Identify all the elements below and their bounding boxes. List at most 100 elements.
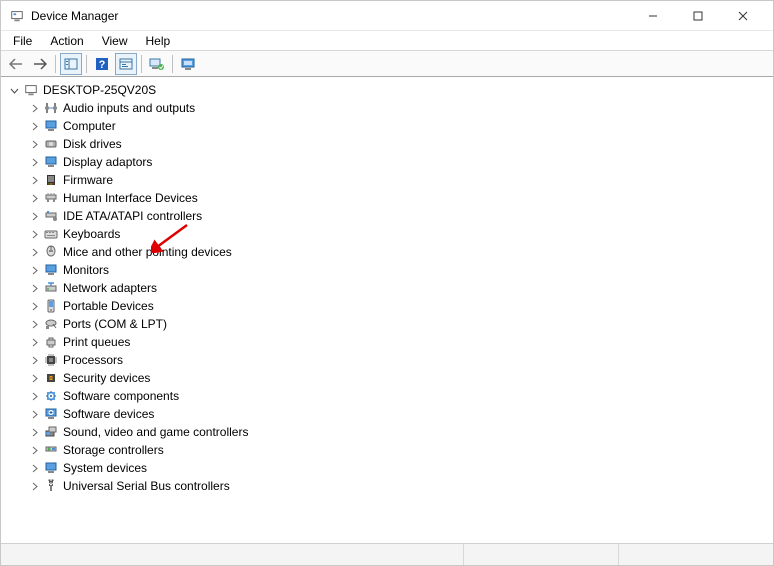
collapse-icon[interactable] — [7, 83, 21, 97]
category-icon — [43, 262, 59, 278]
tree-item[interactable]: System devices — [27, 459, 771, 477]
category-icon — [43, 208, 59, 224]
tree-item-label: Print queues — [63, 335, 130, 349]
toolbar: ? — [1, 51, 773, 77]
category-icon — [43, 136, 59, 152]
category-icon — [43, 316, 59, 332]
minimize-button[interactable] — [630, 1, 675, 30]
device-tree[interactable]: DESKTOP-25QV20S Audio inputs and outputs… — [1, 77, 773, 539]
tree-root-node[interactable]: DESKTOP-25QV20S — [7, 81, 771, 99]
tree-item[interactable]: Human Interface Devices — [27, 189, 771, 207]
tree-item-label: Storage controllers — [63, 443, 164, 457]
category-icon — [43, 190, 59, 206]
menu-action[interactable]: Action — [42, 32, 91, 50]
show-hide-console-tree-button[interactable] — [60, 53, 82, 75]
menu-help[interactable]: Help — [138, 32, 179, 50]
tree-item[interactable]: Security devices — [27, 369, 771, 387]
expand-icon[interactable] — [27, 227, 41, 241]
expand-icon[interactable] — [27, 371, 41, 385]
expand-icon[interactable] — [27, 317, 41, 331]
expand-icon[interactable] — [27, 263, 41, 277]
category-icon — [43, 172, 59, 188]
category-icon — [43, 442, 59, 458]
tree-item-label: Keyboards — [63, 227, 120, 241]
tree-item[interactable]: Firmware — [27, 171, 771, 189]
tree-item[interactable]: Software components — [27, 387, 771, 405]
tree-item[interactable]: Keyboards — [27, 225, 771, 243]
help-button[interactable]: ? — [91, 53, 113, 75]
expand-icon[interactable] — [27, 335, 41, 349]
tree-item-label: Disk drives — [63, 137, 122, 151]
tree-item[interactable]: Disk drives — [27, 135, 771, 153]
expand-icon[interactable] — [27, 389, 41, 403]
category-icon — [43, 100, 59, 116]
expand-icon[interactable] — [27, 443, 41, 457]
category-icon — [43, 298, 59, 314]
expand-icon[interactable] — [27, 191, 41, 205]
close-button[interactable] — [720, 1, 765, 30]
devices-and-printers-button[interactable] — [177, 53, 199, 75]
expand-icon[interactable] — [27, 245, 41, 259]
tree-item[interactable]: Software devices — [27, 405, 771, 423]
expand-icon[interactable] — [27, 101, 41, 115]
svg-text:?: ? — [99, 59, 106, 71]
tree-item[interactable]: Computer — [27, 117, 771, 135]
menubar: File Action View Help — [1, 31, 773, 51]
app-icon — [9, 8, 25, 24]
computer-icon — [23, 82, 39, 98]
tree-item[interactable]: Universal Serial Bus controllers — [27, 477, 771, 495]
expand-icon[interactable] — [27, 209, 41, 223]
expand-icon[interactable] — [27, 479, 41, 493]
tree-item[interactable]: Audio inputs and outputs — [27, 99, 771, 117]
tree-item[interactable]: Monitors — [27, 261, 771, 279]
maximize-button[interactable] — [675, 1, 720, 30]
forward-button[interactable] — [29, 53, 51, 75]
expand-icon[interactable] — [27, 119, 41, 133]
menu-file[interactable]: File — [5, 32, 40, 50]
tree-item-label: Display adaptors — [63, 155, 152, 169]
properties-button[interactable] — [115, 53, 137, 75]
window-title: Device Manager — [31, 9, 118, 23]
tree-item[interactable]: Network adapters — [27, 279, 771, 297]
tree-item-label: Ports (COM & LPT) — [63, 317, 167, 331]
tree-item-label: Mice and other pointing devices — [63, 245, 232, 259]
expand-icon[interactable] — [27, 353, 41, 367]
tree-item[interactable]: IDE ATA/ATAPI controllers — [27, 207, 771, 225]
back-button[interactable] — [5, 53, 27, 75]
tree-item-label: Audio inputs and outputs — [63, 101, 195, 115]
tree-item[interactable]: Processors — [27, 351, 771, 369]
tree-item[interactable]: Storage controllers — [27, 441, 771, 459]
tree-item[interactable]: Display adaptors — [27, 153, 771, 171]
category-icon — [43, 334, 59, 350]
category-icon — [43, 352, 59, 368]
category-icon — [43, 154, 59, 170]
tree-item[interactable]: Portable Devices — [27, 297, 771, 315]
expand-icon[interactable] — [27, 425, 41, 439]
expand-icon[interactable] — [27, 461, 41, 475]
expand-icon[interactable] — [27, 137, 41, 151]
scan-hardware-button[interactable] — [146, 53, 168, 75]
expand-icon[interactable] — [27, 407, 41, 421]
tree-item[interactable]: Print queues — [27, 333, 771, 351]
tree-item-label: Software devices — [63, 407, 154, 421]
tree-item-label: IDE ATA/ATAPI controllers — [63, 209, 202, 223]
tree-item[interactable]: Mice and other pointing devices — [27, 243, 771, 261]
tree-item-label: Human Interface Devices — [63, 191, 198, 205]
expand-icon[interactable] — [27, 155, 41, 169]
tree-item[interactable]: Sound, video and game controllers — [27, 423, 771, 441]
expand-icon[interactable] — [27, 173, 41, 187]
category-icon — [43, 424, 59, 440]
tree-item-label: Software components — [63, 389, 179, 403]
tree-item-label: Portable Devices — [63, 299, 154, 313]
category-icon — [43, 478, 59, 494]
expand-icon[interactable] — [27, 281, 41, 295]
tree-item[interactable]: Ports (COM & LPT) — [27, 315, 771, 333]
menu-view[interactable]: View — [94, 32, 136, 50]
statusbar — [1, 543, 773, 565]
tree-item-label: Processors — [63, 353, 123, 367]
tree-item-label: Security devices — [63, 371, 150, 385]
expand-icon[interactable] — [27, 299, 41, 313]
category-icon — [43, 388, 59, 404]
category-icon — [43, 280, 59, 296]
category-icon — [43, 460, 59, 476]
